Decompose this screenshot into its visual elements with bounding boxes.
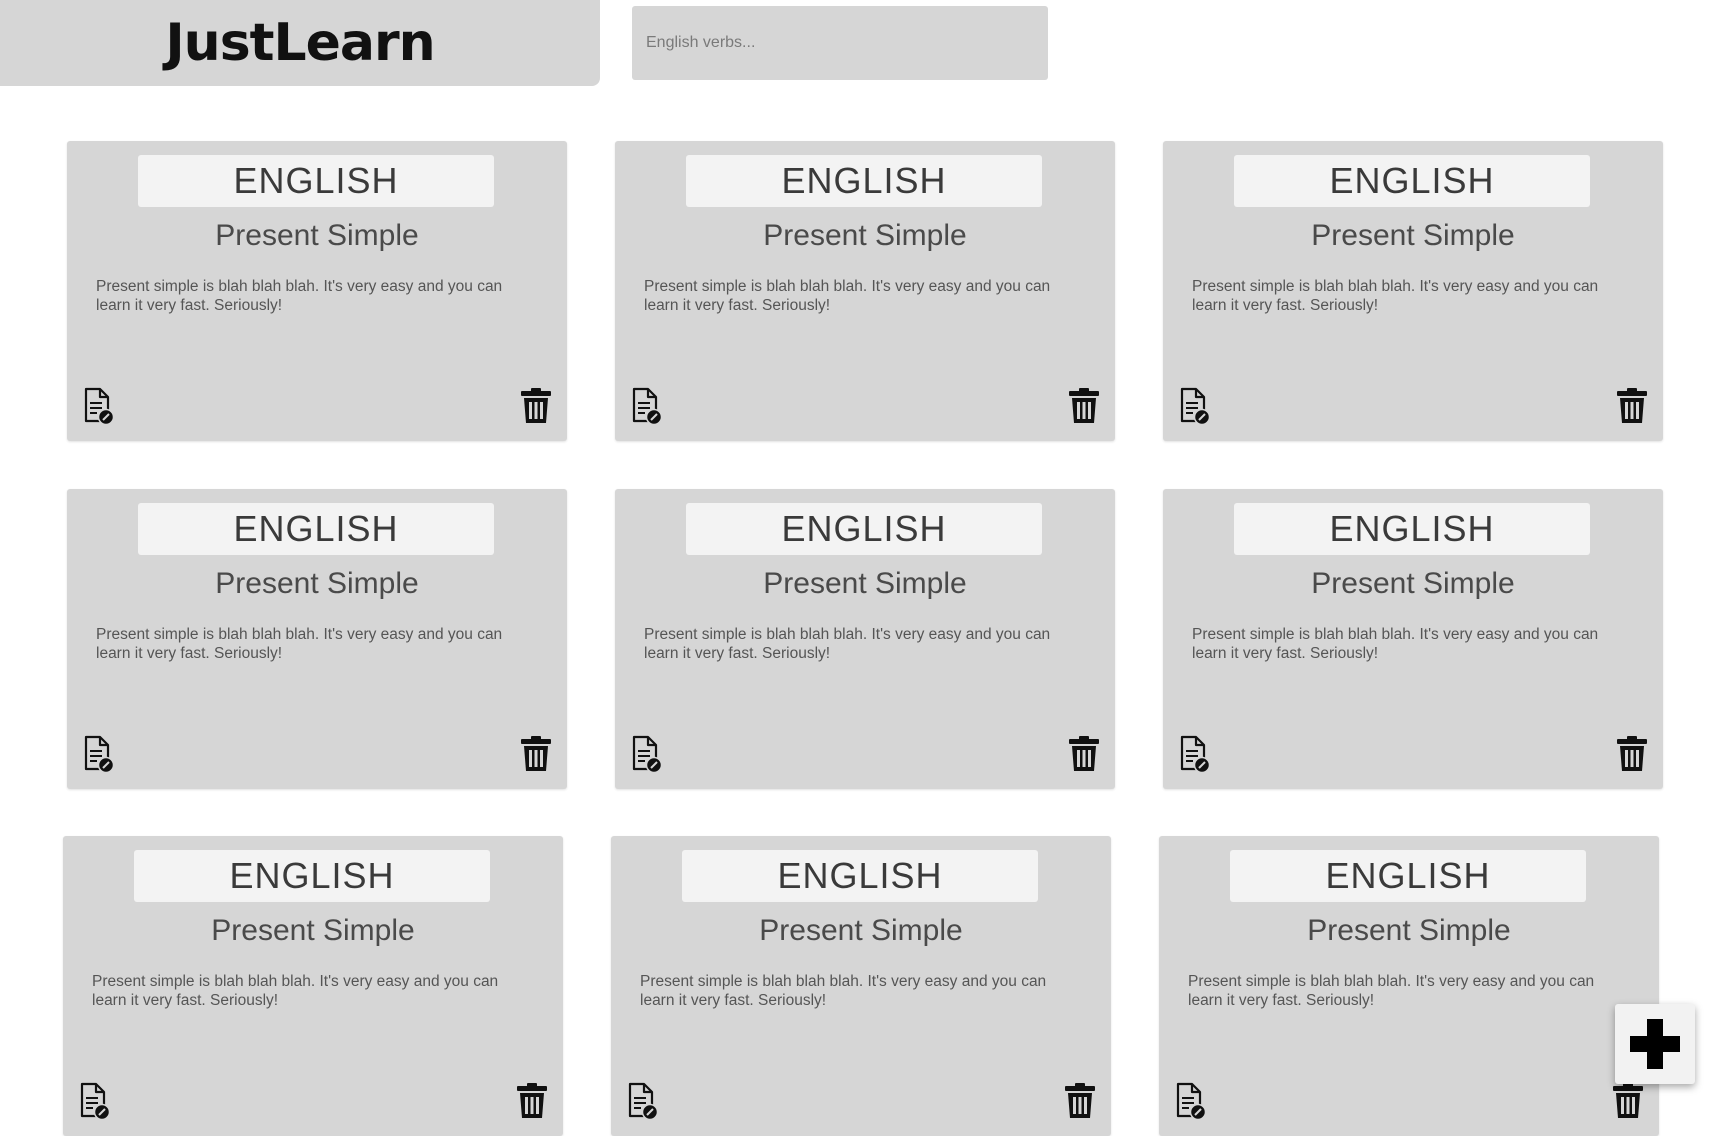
- language-label: ENGLISH: [682, 850, 1038, 902]
- lesson-card[interactable]: ENGLISH Present Simple Present simple is…: [67, 141, 567, 441]
- delete-button[interactable]: [1067, 387, 1101, 425]
- edit-button[interactable]: [1177, 387, 1211, 426]
- edit-button[interactable]: [81, 387, 115, 426]
- edit-document-icon: [1176, 1082, 1207, 1121]
- edit-button[interactable]: [81, 735, 115, 774]
- trash-icon: [1617, 736, 1647, 771]
- edit-button[interactable]: [625, 1082, 659, 1121]
- lesson-description: Present simple is blah blah blah. It's v…: [96, 278, 503, 314]
- edit-document-icon: [1180, 735, 1211, 774]
- language-label: ENGLISH: [138, 155, 494, 207]
- edit-document-icon: [84, 387, 115, 426]
- lesson-description: Present simple is blah blah blah. It's v…: [1192, 626, 1599, 662]
- edit-document-icon: [632, 735, 663, 774]
- delete-button[interactable]: [1615, 735, 1649, 773]
- lesson-title: Present Simple: [763, 219, 967, 252]
- lesson-description: Present simple is blah blah blah. It's v…: [1192, 278, 1599, 314]
- lesson-card[interactable]: ENGLISH Present Simple Present simple is…: [1163, 489, 1663, 789]
- language-label: ENGLISH: [686, 503, 1042, 555]
- lesson-card[interactable]: ENGLISH Present Simple Present simple is…: [67, 489, 567, 789]
- lesson-description: Present simple is blah blah blah. It's v…: [96, 626, 503, 662]
- language-label: ENGLISH: [138, 503, 494, 555]
- lesson-card[interactable]: ENGLISH Present Simple Present simple is…: [63, 836, 563, 1136]
- edit-button[interactable]: [1173, 1082, 1207, 1121]
- edit-document-icon: [80, 1082, 111, 1121]
- lesson-card[interactable]: ENGLISH Present Simple Present simple is…: [1163, 141, 1663, 441]
- delete-button[interactable]: [1063, 1082, 1097, 1120]
- lesson-title: Present Simple: [1311, 567, 1515, 600]
- lesson-description: Present simple is blah blah blah. It's v…: [644, 626, 1051, 662]
- edit-document-icon: [84, 735, 115, 774]
- lesson-card[interactable]: ENGLISH Present Simple Present simple is…: [615, 489, 1115, 789]
- delete-button[interactable]: [519, 387, 553, 425]
- lesson-description: Present simple is blah blah blah. It's v…: [644, 278, 1051, 314]
- lesson-description: Present simple is blah blah blah. It's v…: [92, 973, 499, 1009]
- language-label: ENGLISH: [134, 850, 490, 902]
- edit-button[interactable]: [629, 387, 663, 426]
- delete-button[interactable]: [515, 1082, 549, 1120]
- trash-icon: [1069, 736, 1099, 771]
- delete-button[interactable]: [1615, 387, 1649, 425]
- edit-document-icon: [632, 387, 663, 426]
- lesson-description: Present simple is blah blah blah. It's v…: [1188, 973, 1595, 1009]
- app-logo[interactable]: JustLearn: [165, 13, 435, 73]
- trash-icon: [1069, 388, 1099, 423]
- edit-document-icon: [1180, 387, 1211, 426]
- language-label: ENGLISH: [1234, 155, 1590, 207]
- lesson-card[interactable]: ENGLISH Present Simple Present simple is…: [1159, 836, 1659, 1136]
- lesson-card[interactable]: ENGLISH Present Simple Present simple is…: [615, 141, 1115, 441]
- add-lesson-button[interactable]: [1615, 1004, 1695, 1084]
- language-label: ENGLISH: [1234, 503, 1590, 555]
- trash-icon: [521, 388, 551, 423]
- lesson-title: Present Simple: [763, 567, 967, 600]
- language-label: ENGLISH: [1230, 850, 1586, 902]
- trash-icon: [1065, 1083, 1095, 1118]
- edit-button[interactable]: [1177, 735, 1211, 774]
- lesson-title: Present Simple: [215, 219, 419, 252]
- trash-icon: [1613, 1083, 1643, 1118]
- lesson-title: Present Simple: [215, 567, 419, 600]
- search-input[interactable]: [632, 6, 1048, 80]
- lesson-title: Present Simple: [1307, 914, 1511, 947]
- header-logo-panel: JustLearn: [0, 0, 600, 86]
- trash-icon: [521, 736, 551, 771]
- edit-button[interactable]: [629, 735, 663, 774]
- lesson-title: Present Simple: [211, 914, 415, 947]
- delete-button[interactable]: [1067, 735, 1101, 773]
- lesson-card[interactable]: ENGLISH Present Simple Present simple is…: [611, 836, 1111, 1136]
- trash-icon: [517, 1083, 547, 1118]
- delete-button[interactable]: [519, 735, 553, 773]
- delete-button[interactable]: [1611, 1082, 1645, 1120]
- lesson-title: Present Simple: [1311, 219, 1515, 252]
- language-label: ENGLISH: [686, 155, 1042, 207]
- lesson-description: Present simple is blah blah blah. It's v…: [640, 973, 1047, 1009]
- edit-button[interactable]: [77, 1082, 111, 1121]
- trash-icon: [1617, 388, 1647, 423]
- plus-icon: [1630, 1019, 1680, 1069]
- lesson-title: Present Simple: [759, 914, 963, 947]
- edit-document-icon: [628, 1082, 659, 1121]
